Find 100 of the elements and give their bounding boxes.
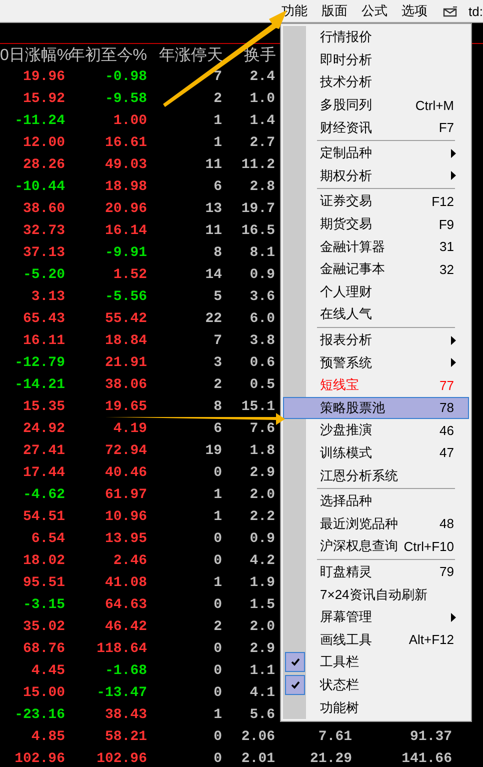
- submenu-arrow-icon: [451, 148, 456, 158]
- menu-item[interactable]: 7×24资讯自动刷新: [283, 583, 469, 606]
- menu-item[interactable]: 在线人气: [283, 303, 469, 326]
- menu-item[interactable]: 策略股票池 78: [283, 396, 469, 420]
- table-cell-text: 4.2: [248, 553, 276, 569]
- menu-item[interactable]: 技术分析: [283, 71, 469, 94]
- table-cell-text: 2: [212, 377, 223, 393]
- table-cell-text: 22: [204, 311, 223, 327]
- table-cell-text: 0.9: [248, 267, 276, 283]
- table-cell-text: 3.8: [248, 333, 276, 349]
- table-cell-text: 3.13: [30, 289, 66, 305]
- menu-item[interactable]: 即时分析: [283, 48, 469, 72]
- menu-item[interactable]: 金融计算器 31: [283, 235, 469, 258]
- submenu-arrow-icon: [451, 612, 456, 622]
- menu-item[interactable]: 沙盘推演 46: [283, 419, 469, 442]
- column-header[interactable]: 年初至今%: [68, 44, 150, 66]
- table-cell-text: 0: [212, 641, 223, 657]
- table-cell-text: 49.03: [104, 157, 148, 173]
- menu-item[interactable]: 工具栏: [283, 651, 469, 674]
- account-label: td:: [468, 4, 483, 18]
- submenu-arrow-icon: [451, 336, 456, 345]
- menu-item[interactable]: 行情报价: [283, 26, 469, 49]
- table-cell-text: 61.97: [104, 487, 148, 503]
- menu-item[interactable]: 沪深权息查询 Ctrl+F10: [283, 535, 469, 558]
- table-cell-text: 12.00: [22, 135, 66, 151]
- table-cell-text: -13.47: [96, 685, 148, 701]
- table-cell-text: 19.7: [240, 201, 276, 217]
- column-header[interactable]: 0日涨幅%: [0, 44, 68, 66]
- table-cell-text: 19: [204, 443, 223, 459]
- table-cell-text: 0: [212, 465, 223, 481]
- menu-item[interactable]: 定制品种: [283, 142, 469, 165]
- table-cell-text: 7: [212, 69, 223, 85]
- menu-item[interactable]: 屏幕管理: [283, 606, 469, 628]
- menu-item[interactable]: 多股同列 Ctrl+M: [283, 94, 469, 116]
- table-cell-text: 17.44: [22, 465, 66, 481]
- table-cell-text: 1: [212, 113, 223, 129]
- menu-item[interactable]: 江恩分析系统: [283, 464, 469, 487]
- table-cell-text: 1.4: [248, 113, 276, 129]
- table-cell-text: 5: [212, 289, 223, 305]
- table-cell-text: 38.06: [104, 377, 148, 393]
- table-cell-text: 38.43: [104, 707, 148, 723]
- mail-icon[interactable]: [442, 6, 458, 16]
- table-cell-text: 16.14: [104, 223, 148, 239]
- menu-item[interactable]: 选择品种: [283, 490, 469, 512]
- table-cell-text: 3.6: [248, 289, 276, 305]
- table-cell-text: 2.01: [240, 751, 276, 767]
- table-cell-text: 0: [212, 597, 223, 613]
- menu-bar-item[interactable]: 版面: [314, 1, 355, 21]
- table-cell-text: 0.9: [248, 531, 276, 547]
- table-cell-text: 102.96: [14, 751, 66, 767]
- table-cell-text: 58.21: [104, 729, 148, 745]
- menu-item[interactable]: 状态栏: [283, 674, 469, 696]
- table-cell-text: 18.98: [104, 179, 148, 195]
- menu-item[interactable]: 功能树: [283, 696, 469, 719]
- table-cell-text: 8: [212, 245, 223, 261]
- table-cell-text: 2.0: [248, 619, 276, 635]
- table-cell-text: 0.5: [248, 377, 276, 393]
- table-cell-text: -9.58: [104, 91, 148, 107]
- table-cell-text: 15.35: [22, 399, 66, 415]
- column-header[interactable]: 换手: [226, 44, 278, 66]
- table-cell-text: 11: [204, 223, 223, 239]
- table-cell-text: 2: [212, 91, 223, 107]
- table-cell-text: 2.2: [248, 509, 276, 525]
- table-cell-text: 3: [212, 355, 223, 371]
- menu-item[interactable]: 期权分析: [283, 164, 469, 188]
- table-cell-text: 21.29: [308, 751, 353, 767]
- table-cell-text: 1.9: [248, 575, 276, 591]
- menu-item[interactable]: 画线工具 Alt+F12: [283, 628, 469, 652]
- table-cell-text: 8: [212, 399, 223, 415]
- table-cell-text: 7.61: [317, 729, 353, 745]
- menu-item[interactable]: 期货交易 F9: [283, 212, 469, 236]
- table-cell-text: 1.00: [112, 113, 148, 129]
- table-cell-text: -0.98: [104, 69, 148, 85]
- menu-item[interactable]: 个人理财: [283, 280, 469, 304]
- table-cell-text: 54.51: [22, 509, 66, 525]
- table-cell-text: -10.44: [14, 179, 66, 195]
- table-cell-text: 13.95: [104, 531, 148, 547]
- table-cell-text: 35.02: [22, 619, 66, 635]
- column-header[interactable]: 年涨停天: [150, 44, 226, 66]
- menu-item[interactable]: 盯盘精灵 79: [283, 560, 469, 584]
- table-cell-text: 38.60: [22, 201, 66, 217]
- menu-item[interactable]: 金融记事本 32: [283, 258, 469, 281]
- table-cell-text: 102.96: [96, 751, 148, 767]
- menu-bar-item[interactable]: 公式: [354, 1, 395, 21]
- table-cell-text: -23.16: [14, 707, 66, 723]
- table-cell-text: 15.00: [22, 685, 66, 701]
- table-cell-text: 2.46: [112, 553, 148, 569]
- menu-bar-item[interactable]: 选项: [394, 1, 435, 21]
- menu-item[interactable]: 训练模式 47: [283, 442, 469, 464]
- table-cell-text: 11.2: [240, 157, 276, 173]
- menu-item[interactable]: 证券交易 F12: [283, 190, 469, 213]
- table-cell-text: 1.0: [248, 91, 276, 107]
- menu-item[interactable]: 财经资讯 F7: [283, 116, 469, 139]
- menu-item[interactable]: 预警系统: [283, 351, 469, 374]
- table-cell-text: 8.1: [248, 245, 276, 261]
- table-cell-text: -3.15: [22, 597, 66, 613]
- menu-item[interactable]: 短线宝 77: [283, 374, 469, 396]
- table-cell-text: 0: [212, 663, 223, 679]
- menu-item[interactable]: 最近浏览品种 48: [283, 512, 469, 536]
- menu-item[interactable]: 报表分析: [283, 328, 469, 352]
